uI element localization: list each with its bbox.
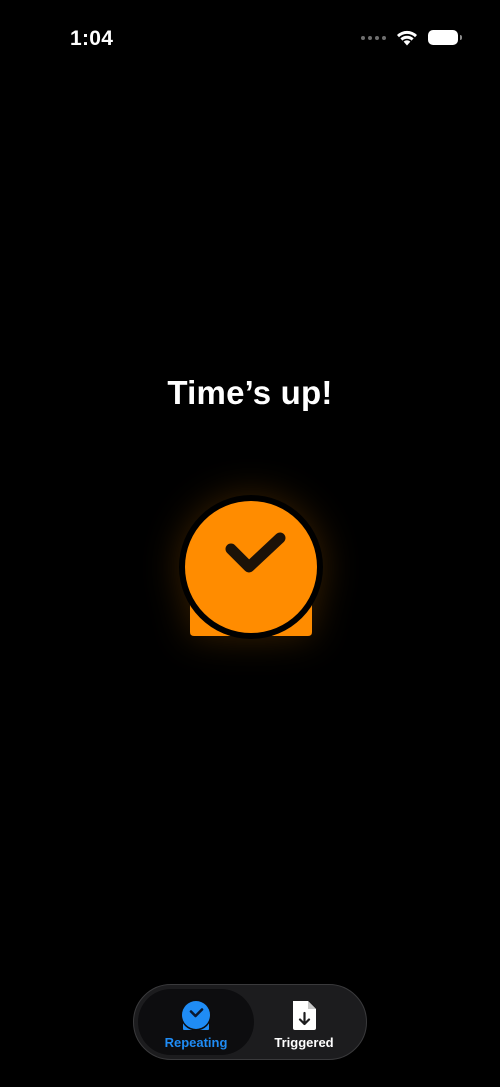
status-bar: 1:04 xyxy=(0,0,500,80)
battery-icon xyxy=(428,30,462,45)
wifi-icon xyxy=(397,30,417,46)
cellular-dots-icon xyxy=(361,35,386,40)
status-time: 1:04 xyxy=(70,27,114,50)
document-download-icon xyxy=(293,1001,316,1030)
tab-bar: Repeating Triggered xyxy=(133,984,367,1060)
headline: Time’s up! xyxy=(167,374,333,411)
tab-repeating[interactable]: Repeating xyxy=(138,989,254,1055)
tab-triggered[interactable]: Triggered xyxy=(246,989,362,1055)
tab-label-repeating: Repeating xyxy=(164,1035,228,1050)
alarm-checkmark-icon xyxy=(180,999,212,1031)
alarm-checkmark-icon xyxy=(179,495,323,639)
status-indicators xyxy=(361,29,462,46)
tab-label-triggered: Triggered xyxy=(274,1035,334,1050)
